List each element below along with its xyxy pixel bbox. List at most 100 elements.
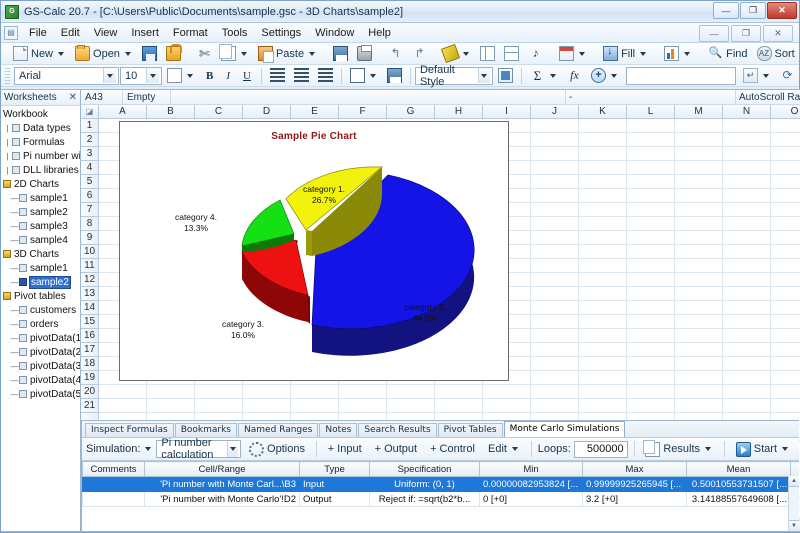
menu-help[interactable]: Help xyxy=(361,25,398,41)
close-button[interactable]: ✕ xyxy=(767,2,797,19)
align-left-button[interactable] xyxy=(266,66,289,85)
row-header-17[interactable]: 17 xyxy=(81,343,98,357)
redo-button[interactable]: ↱ xyxy=(408,44,431,63)
function-button[interactable]: fx xyxy=(563,66,586,85)
worksheets-tree[interactable]: Workbook | Data types | Formulas | Pi number w… xyxy=(1,106,80,531)
sidebar-item-2d-charts[interactable]: 2D Charts xyxy=(1,177,80,191)
column-header-E[interactable]: E xyxy=(291,105,339,118)
sidebar-item-sample1[interactable]: — sample1 xyxy=(1,261,80,275)
autosum-button[interactable]: Σ xyxy=(526,66,562,85)
tab-search-results[interactable]: Search Results xyxy=(358,423,437,437)
maximize-button[interactable]: ❐ xyxy=(740,2,766,19)
split-vertical-button[interactable] xyxy=(476,44,499,63)
menu-file[interactable]: File xyxy=(22,25,54,41)
row-header-21[interactable]: 21 xyxy=(81,399,98,413)
column-header-cell-range[interactable]: Cell/Range xyxy=(144,461,300,477)
loops-input[interactable]: 500000 xyxy=(573,440,628,458)
row-header-3[interactable]: 3 xyxy=(81,147,98,161)
chart-object[interactable]: Sample Pie Chart category 1. 26.7% categ… xyxy=(119,121,509,381)
style-dropdown-icon[interactable] xyxy=(477,68,490,83)
start-button[interactable]: Start xyxy=(731,440,795,459)
row-header-6[interactable]: 6 xyxy=(81,189,98,203)
sidebar-item-formulas[interactable]: | Formulas xyxy=(1,135,80,149)
new-dropdown-icon[interactable] xyxy=(58,51,65,56)
column-header-M[interactable]: M xyxy=(675,105,723,118)
cell-max[interactable]: 0.99999925265945 [... xyxy=(582,476,687,492)
column-header-min[interactable]: Min xyxy=(479,461,583,477)
protect-button[interactable] xyxy=(162,44,185,63)
cell-cell-range[interactable]: 'Pi number with Monte Carl...\B3 xyxy=(144,476,300,492)
formula-dropdown-icon[interactable] xyxy=(763,73,769,78)
menu-insert[interactable]: Insert xyxy=(124,25,166,41)
recalculate-button[interactable]: ⟳ xyxy=(776,66,799,85)
sidebar-item-pivotdata-5[interactable]: — pivotData(5) xyxy=(1,387,81,401)
bold-button[interactable]: B xyxy=(200,66,219,85)
column-header-L[interactable]: L xyxy=(627,105,675,118)
chart-dropdown-icon[interactable] xyxy=(684,51,691,56)
add-input-button[interactable]: + Input xyxy=(323,441,367,457)
edit-style-button[interactable] xyxy=(494,66,517,85)
formula-enter-button[interactable]: ↵ xyxy=(739,66,775,85)
new-button[interactable]: New xyxy=(9,44,70,63)
sidebar-item-pivot-tables[interactable]: Pivot tables xyxy=(1,289,80,303)
column-header-B[interactable]: B xyxy=(147,105,195,118)
font-name-dropdown-icon[interactable] xyxy=(103,68,116,83)
autoscroll-range[interactable]: AutoScroll Rang xyxy=(735,89,800,105)
cell-mean[interactable]: 3.14188557649608 [... xyxy=(686,491,791,507)
calendar-button[interactable] xyxy=(555,44,591,63)
mdi-restore-button[interactable]: ❐ xyxy=(731,25,761,42)
add-output-button[interactable]: + Output xyxy=(370,441,422,457)
row-header-2[interactable]: 2 xyxy=(81,133,98,147)
row-header-4[interactable]: 4 xyxy=(81,161,98,175)
column-header-K[interactable]: K xyxy=(579,105,627,118)
row-header-20[interactable]: 20 xyxy=(81,385,98,399)
cell-type[interactable]: Input xyxy=(299,476,370,492)
cell-min[interactable]: 0 [+0] xyxy=(479,491,583,507)
formula-input[interactable] xyxy=(625,66,736,85)
row-header-15[interactable]: 15 xyxy=(81,315,98,329)
print-button[interactable] xyxy=(353,44,376,63)
sidebar-item-pivotdata-4[interactable]: — pivotData(4) xyxy=(1,373,81,387)
column-header-F[interactable]: F xyxy=(339,105,387,118)
tab-bookmarks[interactable]: Bookmarks xyxy=(174,423,238,437)
sidebar-item-sample2[interactable]: — sample2 xyxy=(1,275,80,289)
fill-dropdown-icon[interactable] xyxy=(640,51,647,56)
sidebar-item-sample2[interactable]: — sample2 xyxy=(1,205,80,219)
mdi-minimize-button[interactable]: — xyxy=(699,25,729,42)
font-size-dropdown-icon[interactable] xyxy=(146,68,159,83)
scroll-up-icon[interactable]: ▲ xyxy=(789,476,799,487)
cell-min[interactable]: 0.00000082953824 [... xyxy=(479,476,583,492)
column-header-C[interactable]: C xyxy=(195,105,243,118)
brush-dropdown-icon[interactable] xyxy=(463,51,470,56)
row-header-1[interactable]: 1 xyxy=(81,119,98,133)
sidebar-item-pi-number-with-m[interactable]: | Pi number with M xyxy=(1,149,80,163)
border-dropdown-icon[interactable] xyxy=(369,73,376,78)
table-row[interactable]: 'Pi number with Monte Carl...\B3 Input Uni… xyxy=(82,476,799,492)
sidebar-item-pivotdata-1[interactable]: — pivotData(1) xyxy=(1,331,81,345)
scroll-down-icon[interactable]: ▼ xyxy=(789,520,799,531)
sidebar-item-sample1[interactable]: — sample1 xyxy=(1,191,80,205)
font-size-combo[interactable]: 10 xyxy=(120,66,162,85)
sidebar-item-pivotdata-3[interactable]: — pivotData(3) xyxy=(1,359,81,373)
sidebar-item-sample3[interactable]: — sample3 xyxy=(1,219,80,233)
results-dropdown-icon[interactable] xyxy=(705,447,712,451)
sidebar-item-data-types[interactable]: | Data types xyxy=(1,121,80,135)
note-button[interactable]: ♪ xyxy=(524,44,547,63)
sidebar-item-workbook[interactable]: Workbook xyxy=(1,107,80,121)
split-horizontal-button[interactable] xyxy=(500,44,523,63)
calendar-dropdown-icon[interactable] xyxy=(579,51,586,56)
format-painter-button[interactable] xyxy=(439,43,475,64)
options-button[interactable]: Options xyxy=(244,440,310,459)
print-preview-button[interactable] xyxy=(329,44,352,63)
table-row[interactable]: 'Pi number with Monte Carlo'!D2 Output Rej… xyxy=(82,491,799,507)
column-header-N[interactable]: N xyxy=(723,105,771,118)
menu-view[interactable]: View xyxy=(87,25,125,41)
row-header-16[interactable]: 16 xyxy=(81,329,98,343)
format-toolbar-grip[interactable] xyxy=(5,67,10,84)
row-header-5[interactable]: 5 xyxy=(81,175,98,189)
menu-format[interactable]: Format xyxy=(166,25,215,41)
menu-edit[interactable]: Edit xyxy=(54,25,87,41)
column-header-O[interactable]: O xyxy=(771,105,800,118)
insert-function-button[interactable]: + xyxy=(587,66,623,85)
edit-button[interactable]: Edit xyxy=(483,441,525,457)
